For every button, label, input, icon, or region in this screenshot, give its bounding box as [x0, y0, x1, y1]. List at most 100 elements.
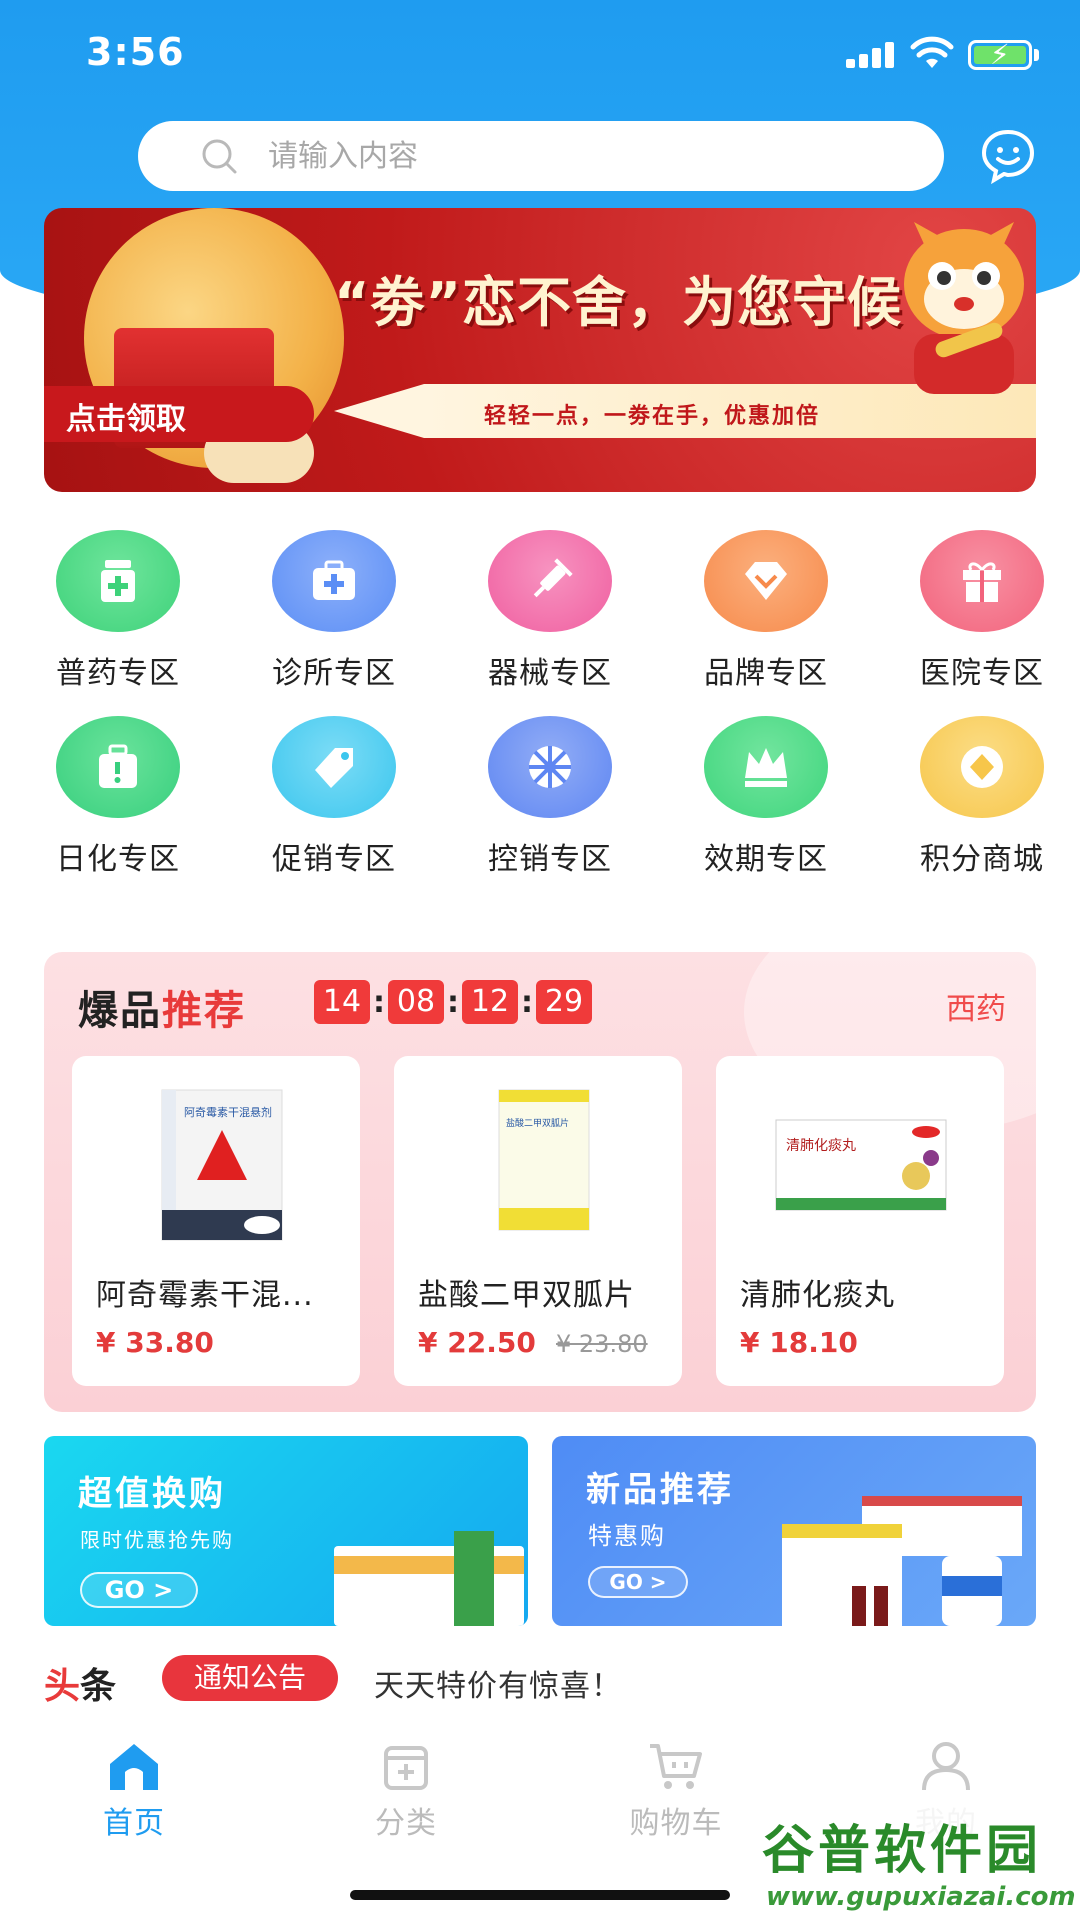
- tab-cart[interactable]: 购物车: [596, 1740, 756, 1841]
- banner-title: “劵”恋不舍，为您守候: [334, 271, 902, 334]
- tiger-mascot-icon: [904, 222, 1024, 394]
- countdown-seconds: 29: [536, 980, 592, 1024]
- banner-arrow: [334, 384, 424, 438]
- wheel-icon: [488, 716, 612, 818]
- search-icon: [202, 139, 237, 174]
- diamond-icon: [704, 530, 828, 632]
- product-name: 盐酸二甲双胍片: [418, 1278, 635, 1313]
- user-icon: [922, 1742, 970, 1791]
- home-indicator[interactable]: [350, 1890, 730, 1900]
- product-box-side: [454, 1531, 494, 1626]
- banner-cta[interactable]: 点击领取: [66, 394, 186, 438]
- product-card[interactable]: 盐酸二甲双胍片 盐酸二甲双胍片 ¥ 22.50 ¥ 23.80: [394, 1056, 682, 1386]
- svg-text:盐酸二甲双胍片: 盐酸二甲双胍片: [506, 1117, 569, 1129]
- countdown-separator: :: [447, 984, 459, 1020]
- category-generic-drugs[interactable]: 普药专区: [24, 530, 204, 700]
- category-label: 诊所专区: [272, 656, 396, 691]
- wifi-icon: [910, 36, 954, 68]
- syringe-icon: [488, 530, 612, 632]
- cellular-signal-icon: [846, 42, 898, 68]
- tab-label: 分类: [375, 1806, 437, 1841]
- product-card[interactable]: 阿奇霉素干混悬剂 阿奇霉素干混... ¥ 33.80: [72, 1056, 360, 1386]
- product-image: 阿奇霉素干混悬剂: [161, 1089, 283, 1241]
- medicine-bottle-icon: [56, 530, 180, 632]
- status-time: 3:56: [86, 30, 185, 74]
- category-controlled-sales[interactable]: 控销专区: [456, 716, 636, 886]
- category-label: 器械专区: [488, 656, 612, 691]
- countdown-separator: :: [373, 984, 385, 1020]
- status-bar: 3:56 ⚡: [0, 0, 1080, 110]
- category-label: 普药专区: [56, 656, 180, 691]
- site-watermark: 谷普软件园 www.gupuxiazai.com: [756, 1806, 1080, 1920]
- tab-label: 购物车: [629, 1806, 723, 1841]
- tab-label: 首页: [103, 1806, 165, 1841]
- title-part: 爆品: [78, 988, 162, 1034]
- notice-badge[interactable]: 通知公告: [162, 1655, 338, 1701]
- hot-products-section: 爆品推荐 14 : 08 : 12 : 29 西药 阿奇霉素干混悬剂 阿奇霉素干…: [44, 952, 1036, 1412]
- category-clinic[interactable]: 诊所专区: [240, 530, 420, 700]
- category-equipment[interactable]: 器械专区: [456, 530, 636, 700]
- first-aid-kit-icon: [272, 530, 396, 632]
- category-points-mall[interactable]: 积分商城: [888, 716, 1068, 886]
- home-icon: [110, 1744, 158, 1790]
- promo-subtitle: 限时优惠抢先购: [80, 1528, 234, 1552]
- countdown-timer: 14 : 08 : 12 : 29: [314, 980, 592, 1024]
- go-button[interactable]: GO >: [80, 1572, 198, 1608]
- tab-category[interactable]: 分类: [326, 1740, 486, 1841]
- message-icon[interactable]: [980, 128, 1036, 184]
- search-bar[interactable]: [138, 121, 944, 191]
- product-image: 清肺化痰丸: [775, 1119, 947, 1211]
- battery-cap: [1034, 49, 1039, 61]
- title-part-red: 荐: [204, 988, 246, 1034]
- category-expiry[interactable]: 效期专区: [672, 716, 852, 886]
- section-title: 爆品推荐: [78, 978, 246, 1036]
- product-name: 清肺化痰丸: [740, 1278, 895, 1313]
- product-price: ¥ 33.80: [96, 1326, 214, 1359]
- headline-text[interactable]: 天天特价有惊喜！: [374, 1661, 622, 1705]
- watermark-url: www.gupuxiazai.com: [766, 1882, 1076, 1912]
- svg-text:阿奇霉素干混悬剂: 阿奇霉素干混悬剂: [184, 1105, 272, 1119]
- promo-banner[interactable]: 点击领取 “劵”恋不舍，为您守候 轻轻一点，一劵在手，优惠加倍: [44, 208, 1036, 492]
- category-icon: [384, 1746, 428, 1790]
- category-label: 医院专区: [920, 656, 1044, 691]
- countdown-separator: :: [521, 984, 533, 1020]
- headline-tag-black: 条: [80, 1666, 117, 1707]
- category-daily-chemicals[interactable]: 日化专区: [24, 716, 204, 886]
- search-input[interactable]: [268, 131, 868, 181]
- product-original-price: ¥ 23.80: [556, 1330, 648, 1358]
- promo-subtitle: 特惠购: [588, 1522, 666, 1550]
- product-boxes-graphic: [782, 1496, 1022, 1626]
- category-brand[interactable]: 品牌专区: [672, 530, 852, 700]
- go-button[interactable]: GO >: [588, 1566, 688, 1598]
- headline-tag-red: 头: [44, 1666, 81, 1707]
- gift-icon: [920, 530, 1044, 632]
- category-promotion[interactable]: 促销专区: [240, 716, 420, 886]
- category-label: 日化专区: [56, 842, 180, 877]
- countdown-days: 14: [314, 980, 370, 1024]
- crown-icon: [704, 716, 828, 818]
- headline-bar: 头条 通知公告 天天特价有惊喜！: [44, 1655, 1044, 1707]
- svg-text:清肺化痰丸: 清肺化痰丸: [786, 1138, 856, 1154]
- exchange-promo-card[interactable]: 超值换购 限时优惠抢先购 GO >: [44, 1436, 528, 1626]
- category-link[interactable]: 西药: [946, 984, 1006, 1028]
- title-part-red: 推: [162, 988, 204, 1034]
- charging-bolt-icon: ⚡: [990, 38, 1010, 71]
- product-price: ¥ 22.50: [418, 1326, 536, 1359]
- product-card[interactable]: 清肺化痰丸 清肺化痰丸 ¥ 18.10: [716, 1056, 1004, 1386]
- category-label: 控销专区: [488, 842, 612, 877]
- countdown-minutes: 12: [462, 980, 518, 1024]
- category-label: 效期专区: [704, 842, 828, 877]
- product-name: 阿奇霉素干混...: [96, 1278, 314, 1313]
- product-image: 盐酸二甲双胍片: [498, 1089, 590, 1231]
- headline-tag: 头条: [44, 1657, 116, 1709]
- watermark-title: 谷普软件园: [762, 1821, 1043, 1881]
- bag-icon: [56, 716, 180, 818]
- tag-icon: [272, 716, 396, 818]
- category-hospital[interactable]: 医院专区: [888, 530, 1068, 700]
- banner-subtitle: 轻轻一点，一劵在手，优惠加倍: [484, 404, 821, 429]
- product-box-graphic: [334, 1546, 524, 1626]
- category-label: 积分商城: [920, 842, 1044, 877]
- new-products-card[interactable]: 新品推荐 特惠购 GO >: [552, 1436, 1036, 1626]
- category-label: 品牌专区: [704, 656, 828, 691]
- tab-home[interactable]: 首页: [54, 1740, 214, 1841]
